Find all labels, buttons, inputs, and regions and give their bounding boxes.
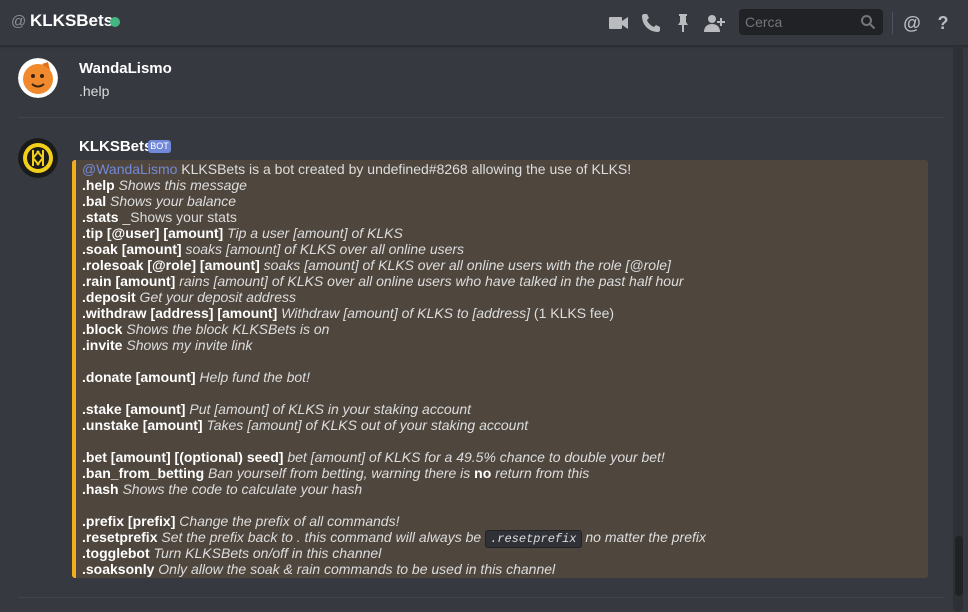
command-line: .tip [@user] [amount] Tip a user [amount… [82,225,403,241]
inline-code: .resetprefix [485,530,582,548]
online-status-dot [110,17,120,27]
command-line: .withdraw [address] [amount] Withdraw [a… [82,305,615,321]
embed-intro: @WandaLismo KLKSBets is a bot created by… [82,161,632,177]
command-line: .donate [amount] Help fund the bot! [82,369,310,385]
command-line: .deposit Get your deposit address [82,289,296,305]
command-line: .stake [amount] Put [amount] of KLKS in … [82,401,472,417]
command-line: .togglebot Turn KLKSBets on/off in this … [82,545,382,561]
command-line: .ban_from_betting Ban yourself from bett… [82,465,590,481]
channel-name: KLKSBets [30,11,114,30]
mention-icon[interactable]: @ [901,12,923,34]
scrollbar-thumb[interactable] [955,536,963,596]
search-icon[interactable] [860,14,876,30]
command-line: .rolesoak [@role] [amount] soaks [amount… [82,257,671,273]
command-line: .soak [amount] soaks [amount] of KLKS ov… [82,241,465,257]
help-embed: @WandaLismo KLKSBets is a bot created by… [72,160,928,578]
command-line: .soaksonly Only allow the soak & rain co… [82,561,556,577]
message-divider [18,117,945,118]
command-line: .block Shows the block KLKSBets is on [82,321,330,337]
message-text: .help [79,83,110,99]
user-mention[interactable]: @WandaLismo [82,161,177,177]
command-line: .unstake [amount] Takes [amount] of KLKS… [82,417,529,433]
command-line: .stats _Shows your stats [82,209,237,225]
message-divider [18,597,945,598]
command-line: .invite Shows my invite link [82,337,253,353]
command-line: .bal Shows your balance [82,193,237,209]
pin-icon[interactable] [672,12,694,34]
username[interactable]: KLKSBets [79,138,152,155]
command-line: .rain [amount] rains [amount] of KLKS ov… [82,273,684,289]
command-line: .bet [amount] [(optional) seed] bet [amo… [82,449,665,465]
svg-text:@: @ [903,13,921,33]
help-icon[interactable]: ? [932,12,954,34]
search-input[interactable] [739,9,855,35]
command-line: .hash Shows the code to calculate your h… [82,481,363,497]
video-call-icon[interactable] [608,12,630,34]
bot-badge: BOT [148,140,171,153]
bot-avatar[interactable] [18,138,58,178]
at-icon: @ [11,13,27,30]
command-line: .prefix [prefix] Change the prefix of al… [82,513,400,529]
avatar[interactable] [18,58,58,98]
username[interactable]: WandaLismo [79,60,172,77]
channel-header: @ KLKSBets @ ? [0,0,968,46]
svg-text:?: ? [938,13,949,33]
search-box[interactable] [739,9,883,35]
add-friend-icon[interactable] [703,12,725,34]
command-line: .help Shows this message [82,177,247,193]
toolbar-divider [892,12,893,34]
scrollbar-track[interactable] [953,46,963,612]
voice-call-icon[interactable] [640,12,662,34]
